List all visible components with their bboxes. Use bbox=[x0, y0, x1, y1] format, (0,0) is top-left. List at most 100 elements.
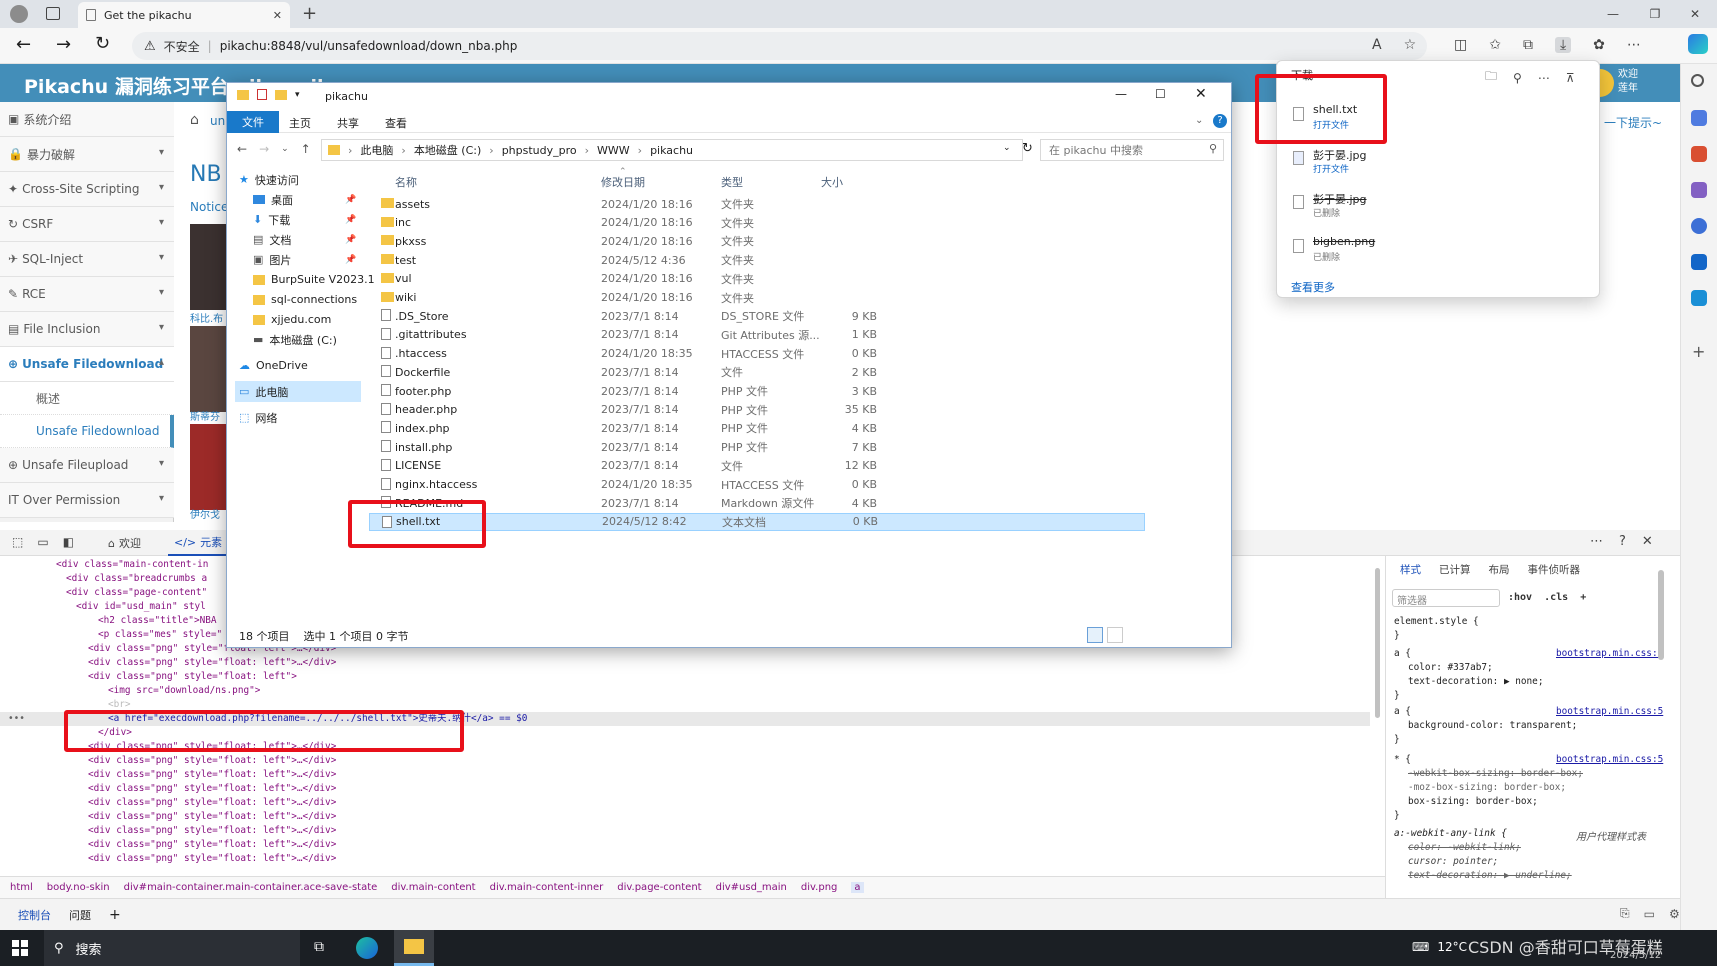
nav-burpsuite[interactable]: BurpSuite V2023.1 bbox=[253, 269, 375, 290]
crumb[interactable]: div#main-container.main-container.ace-sa… bbox=[124, 882, 378, 893]
nav-network[interactable]: ⬚ 网络 bbox=[239, 407, 277, 428]
sidebar-item-unsafe-filedownload[interactable]: ⊕ Unsafe Filedownload ▴ bbox=[0, 347, 174, 382]
file-row[interactable]: nginx.htaccess 2024/1/20 18:35 HTACCESS 文件… bbox=[369, 476, 1145, 494]
weather-text[interactable]: 12°C bbox=[1437, 940, 1467, 954]
filter-input[interactable]: 筛选器 bbox=[1392, 589, 1500, 607]
ribbon-file-tab[interactable]: 文件 bbox=[227, 111, 279, 133]
ribbon-home-tab[interactable]: 主页 bbox=[289, 115, 311, 131]
rule-prop[interactable]: color: #337ab7; bbox=[1408, 662, 1493, 673]
rule-prop[interactable]: background-color: transparent; bbox=[1408, 720, 1577, 731]
dom-line[interactable]: <div class="png" style="float: left">…</… bbox=[88, 838, 336, 852]
download-item[interactable]: 彭于晏.jpg 已删除 bbox=[1291, 187, 1591, 227]
nav-local-disk[interactable]: ▬ 本地磁盘 (C:) bbox=[253, 329, 337, 350]
help-icon[interactable]: ? bbox=[1619, 534, 1626, 549]
more-icon[interactable]: ⋯ bbox=[1538, 71, 1550, 85]
search-icon[interactable] bbox=[1691, 74, 1704, 87]
player-caption-1[interactable]: 科比.布 bbox=[190, 310, 223, 325]
add-tab-icon[interactable]: + bbox=[109, 907, 121, 923]
file-row[interactable]: footer.php 2023/7/1 8:14 PHP 文件 3 KB bbox=[369, 382, 1145, 400]
crumb[interactable]: body.no-skin bbox=[47, 882, 110, 893]
download-item[interactable]: bigben.png 已删除 bbox=[1291, 231, 1591, 271]
tab-welcome[interactable]: ⌂ 欢迎 bbox=[108, 535, 141, 551]
sidebar-item-unsafe-fileupload[interactable]: ⊕ Unsafe Fileupload ▾ bbox=[0, 448, 174, 483]
open-file-link[interactable]: 打开文件 bbox=[1313, 162, 1349, 175]
file-row[interactable]: install.php 2023/7/1 8:14 PHP 文件 7 KB bbox=[369, 438, 1145, 456]
back-icon[interactable]: ← bbox=[237, 142, 247, 156]
sidebar-item-sqli[interactable]: ✈ SQL-Inject ▾ bbox=[0, 242, 174, 277]
home-icon[interactable]: ⌂ bbox=[190, 112, 199, 128]
nav-sql-connections[interactable]: sql-connections bbox=[253, 289, 357, 310]
url-field[interactable]: ⚠ 不安全 | pikachu:8848/vul/unsafedownload/… bbox=[132, 32, 1427, 60]
welcome-label[interactable]: 欢迎 莲年 bbox=[1618, 68, 1638, 96]
file-row[interactable]: pkxss 2024/1/20 18:16 文件夹 bbox=[369, 232, 1145, 250]
crumb[interactable]: div.page-content bbox=[617, 882, 701, 893]
forward-icon[interactable]: → bbox=[56, 34, 71, 55]
styles-scrollbar[interactable] bbox=[1658, 570, 1664, 660]
path-segment[interactable]: phpstudy_pro bbox=[502, 144, 577, 157]
file-row[interactable]: assets 2024/1/20 18:16 文件夹 bbox=[369, 195, 1145, 213]
nav-quick-access[interactable]: ★ 快速访问 bbox=[239, 169, 299, 190]
profile-icon[interactable] bbox=[10, 5, 28, 23]
minimize-button[interactable]: — bbox=[1590, 0, 1636, 28]
file-row[interactable]: .gitattributes 2023/7/1 8:14 Git Attribute… bbox=[369, 326, 1145, 344]
nav-this-pc[interactable]: ▭ 此电脑 bbox=[239, 381, 288, 402]
add-rule-icon[interactable]: + bbox=[1580, 592, 1586, 603]
dom-line[interactable]: <div id="usd_main" styl bbox=[76, 600, 206, 614]
file-row[interactable]: header.php 2023/7/1 8:14 PHP 文件 35 KB bbox=[369, 401, 1145, 419]
tab-computed[interactable]: 已计算 bbox=[1439, 562, 1471, 577]
sidebar-item-rce[interactable]: ✎ RCE ▾ bbox=[0, 277, 174, 312]
path-segment[interactable]: 本地磁盘 (C:) bbox=[414, 142, 481, 158]
close-button[interactable]: ✕ bbox=[1195, 86, 1207, 102]
open-folder-icon[interactable]: 🗀 bbox=[1485, 67, 1497, 88]
crumb[interactable]: div#usd_main bbox=[716, 882, 787, 893]
column-type[interactable]: 类型 bbox=[721, 169, 743, 195]
close-tab-icon[interactable]: ✕ bbox=[273, 9, 282, 22]
download-icon[interactable]: ⤓ bbox=[1554, 37, 1572, 53]
sidebar-item-bruteforce[interactable]: 🔒 暴力破解 ▾ bbox=[0, 137, 174, 172]
tab-elements[interactable]: </> 元素 bbox=[168, 530, 229, 556]
dom-line[interactable]: <div class="main-content-in bbox=[56, 558, 208, 572]
dom-line[interactable]: <div class="png" style="float: left">…</… bbox=[88, 810, 336, 824]
hint-link[interactable]: 一下提示~ bbox=[1604, 114, 1662, 131]
dock-icon[interactable]: ▭ bbox=[1644, 907, 1655, 921]
file-row[interactable]: test 2024/5/12 4:36 文件夹 bbox=[369, 251, 1145, 269]
keyboard-icon[interactable]: ⌨ bbox=[1412, 940, 1429, 954]
tab-actions-icon[interactable] bbox=[46, 7, 60, 20]
expand-ribbon-icon[interactable]: ⌄ bbox=[1195, 115, 1203, 126]
file-row[interactable]: LICENSE 2023/7/1 8:14 文件 12 KB bbox=[369, 457, 1145, 475]
sidebar-item-file-inclusion[interactable]: ▤ File Inclusion ▾ bbox=[0, 312, 174, 347]
outlook-icon[interactable] bbox=[1691, 254, 1707, 270]
crumb[interactable]: div.png bbox=[801, 882, 837, 893]
file-row[interactable]: inc 2024/1/20 18:16 文件夹 bbox=[369, 214, 1145, 232]
collections-icon[interactable]: ⧉ bbox=[1523, 37, 1533, 53]
dom-line[interactable]: <div class="png" style="float: left">…</… bbox=[88, 754, 336, 768]
rule-prop[interactable]: box-sizing: border-box; bbox=[1408, 796, 1538, 807]
dom-line[interactable]: <div class="png" style="float: left">…</… bbox=[88, 656, 336, 670]
rule-source[interactable]: bootstrap.min.css:5 bbox=[1556, 648, 1663, 659]
sidebar-item-xss[interactable]: ✦ Cross-Site Scripting ▾ bbox=[0, 172, 174, 207]
more-dots-icon[interactable]: ••• bbox=[8, 712, 25, 726]
help-icon[interactable]: ? bbox=[1213, 114, 1227, 128]
maximize-button[interactable]: ☐ bbox=[1155, 87, 1166, 101]
minimize-button[interactable]: — bbox=[1115, 87, 1127, 101]
browser-tab[interactable]: Get the pikachu ✕ bbox=[78, 2, 290, 28]
dom-line[interactable]: <div class="png" style="float: left">…</… bbox=[88, 768, 336, 782]
new-tab-button[interactable]: + bbox=[302, 3, 317, 24]
add-icon[interactable]: + bbox=[1692, 342, 1705, 361]
close-icon[interactable]: ✕ bbox=[1642, 534, 1653, 549]
task-view-icon[interactable]: ⧉ bbox=[314, 939, 324, 955]
hov-toggle[interactable]: :hov bbox=[1508, 592, 1532, 603]
back-icon[interactable]: ← bbox=[16, 34, 31, 55]
customize-icon[interactable]: ▾ bbox=[295, 90, 300, 100]
subitem-unsafe-filedownload[interactable]: Unsafe Filedownload bbox=[0, 415, 174, 448]
people-icon[interactable] bbox=[1691, 182, 1707, 198]
more-icon[interactable]: ⋯ bbox=[1590, 534, 1603, 549]
rule-prop[interactable]: text-decoration: ▶ none; bbox=[1408, 676, 1543, 687]
search-input[interactable]: 在 pikachu 中搜索 ⚲ bbox=[1040, 139, 1224, 161]
favorites-icon[interactable]: ✩ bbox=[1489, 37, 1501, 53]
tab-layout[interactable]: 布局 bbox=[1489, 562, 1510, 577]
favorite-icon[interactable]: ☆ bbox=[1404, 37, 1417, 53]
crumb[interactable]: a bbox=[851, 882, 864, 893]
tab-styles[interactable]: 样式 bbox=[1400, 562, 1421, 577]
ribbon-share-tab[interactable]: 共享 bbox=[337, 115, 359, 131]
